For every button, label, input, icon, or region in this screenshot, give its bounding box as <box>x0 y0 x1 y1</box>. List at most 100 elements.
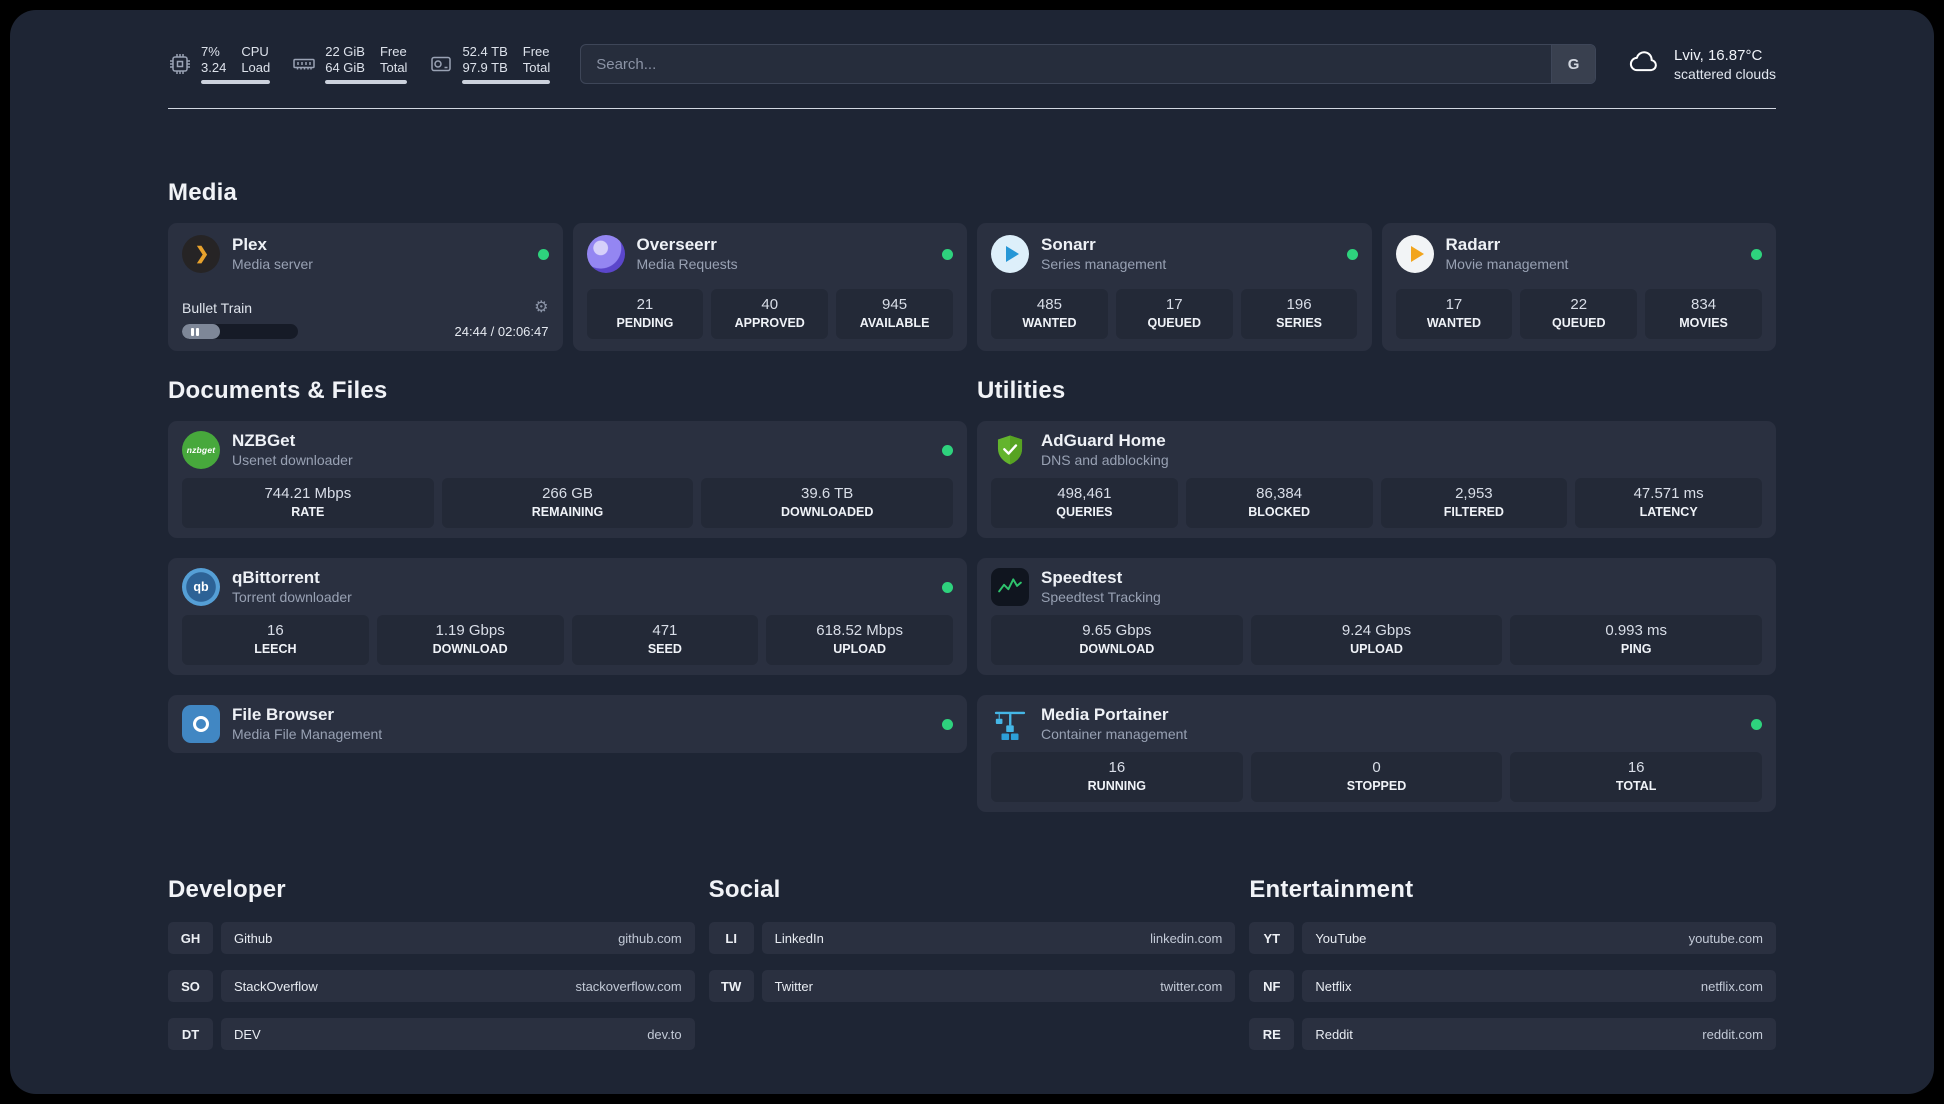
cloud-icon <box>1626 47 1662 82</box>
app-subtitle: Container management <box>1041 726 1188 742</box>
adguard-icon <box>991 431 1029 469</box>
stat-tile-stopped: 0 STOPPED <box>1250 752 1503 802</box>
cpu-load-label: Load <box>241 60 271 75</box>
section-title-social: Social <box>708 876 781 903</box>
stat-label: MOVIES <box>1679 316 1728 330</box>
app-name: NZBGet <box>232 431 296 450</box>
app-card-plex[interactable]: ❯ Plex Media server Bullet Train ⚙ 24:44… <box>168 223 563 351</box>
stat-label: LEECH <box>254 642 297 656</box>
app-name: File Browser <box>232 705 335 724</box>
stat-label: QUEUED <box>1147 316 1201 330</box>
stat-tile-available: 945 AVAILABLE <box>836 289 953 339</box>
stat-tile-queued: 22 QUEUED <box>1520 289 1638 339</box>
stat-tile-series: 196 SERIES <box>1240 289 1358 339</box>
stat-tile-blocked: 86,384 BLOCKED <box>1185 478 1373 528</box>
stat-tile-queued: 17 QUEUED <box>1115 289 1233 339</box>
portainer-icon <box>991 705 1029 743</box>
dashboard-panel: 7% 3.24 CPU Load 22 GiB 64 GiB Free Tota… <box>10 10 1934 1094</box>
app-card-adguard[interactable]: AdGuard Home DNS and adblocking 498,461 … <box>977 421 1776 538</box>
filebrowser-icon <box>182 705 220 743</box>
section-utilities: Utilities AdGuard Home DNS and adblockin… <box>977 377 1776 812</box>
stat-value: 17 <box>1445 296 1463 313</box>
disk-total-label: Total <box>522 60 551 75</box>
app-card-qbittorrent[interactable]: qb qBittorrent Torrent downloader 16 LEE… <box>168 558 967 675</box>
bookmark-github[interactable]: GH Github github.com <box>168 922 695 954</box>
app-card-radarr[interactable]: Radarr Movie management 17 WANTED 22 QUE… <box>1381 223 1776 351</box>
plex-icon: ❯ <box>182 235 220 273</box>
speedtest-icon <box>991 568 1029 606</box>
stat-label: DOWNLOAD <box>1079 642 1155 656</box>
pause-icon[interactable] <box>191 327 199 336</box>
ram-total-label: Total <box>379 60 408 75</box>
overseerr-icon <box>586 235 625 273</box>
stat-value: 0.993 ms <box>1605 622 1668 639</box>
app-subtitle: Media File Management <box>232 726 383 742</box>
app-card-nzbget[interactable]: nzbget NZBGet Usenet downloader 744.21 M… <box>168 421 967 538</box>
stat-tile-remaining: 266 GB REMAINING <box>441 478 694 528</box>
stat-label: BLOCKED <box>1248 505 1311 519</box>
playback-progress-bar[interactable] <box>182 324 298 339</box>
search-input[interactable] <box>581 45 1552 83</box>
app-card-sonarr[interactable]: Sonarr Series management 485 WANTED 17 Q… <box>977 223 1372 351</box>
section-documents: Documents & Files nzbget NZBGet Usenet d… <box>168 377 967 753</box>
topbar: 7% 3.24 CPU Load 22 GiB 64 GiB Free Tota… <box>168 44 1776 84</box>
bookmark-name: Twitter <box>774 978 813 994</box>
settings-gear-icon[interactable]: ⚙ <box>534 300 548 316</box>
bookmark-dev[interactable]: DT DEV dev.to <box>168 1018 695 1050</box>
disk-free-label: Free <box>522 44 550 59</box>
bookmark-abbr: SO <box>168 970 213 1002</box>
bookmark-abbr: DT <box>168 1018 213 1050</box>
cpu-usage-value: 7% <box>201 44 220 59</box>
bookmark-url: reddit.com <box>1702 1026 1763 1042</box>
bookmark-linkedin[interactable]: LI LinkedIn linkedin.com <box>708 922 1236 954</box>
bookmark-youtube[interactable]: YT YouTube youtube.com <box>1249 922 1776 954</box>
qbittorrent-icon-text: qb <box>193 580 209 594</box>
app-subtitle: Media server <box>232 256 313 272</box>
stat-value: 16 <box>1627 759 1645 776</box>
stat-value: 266 GB <box>542 485 593 502</box>
weather-description: scattered clouds <box>1674 65 1776 82</box>
bookmark-name: DEV <box>234 1026 261 1042</box>
stat-tile-download: 9.65 Gbps DOWNLOAD <box>991 615 1243 665</box>
stat-label: TOTAL <box>1615 779 1657 793</box>
app-card-speedtest[interactable]: Speedtest Speedtest Tracking 9.65 Gbps D… <box>977 558 1776 675</box>
app-card-overseerr[interactable]: Overseerr Media Requests 21 PENDING 40 A… <box>572 223 967 351</box>
app-subtitle: Usenet downloader <box>232 452 353 468</box>
app-name: Media Portainer <box>1041 705 1169 724</box>
weather-widget[interactable]: Lviv, 16.87°C scattered clouds <box>1626 47 1776 82</box>
stat-label: WANTED <box>1022 316 1077 330</box>
bookmark-twitter[interactable]: TW Twitter twitter.com <box>708 970 1236 1002</box>
bookmark-name: Github <box>234 930 273 946</box>
stat-tile-queries: 498,461 QUERIES <box>991 478 1178 528</box>
bookmark-url: netflix.com <box>1700 978 1763 994</box>
stat-value: 47.571 ms <box>1633 485 1704 502</box>
stat-label: STOPPED <box>1346 779 1407 793</box>
bookmark-abbr: RE <box>1249 1018 1295 1050</box>
status-dot-online <box>942 581 953 593</box>
bookmark-name: YouTube <box>1315 930 1367 946</box>
search-engine-button[interactable]: G <box>1551 45 1596 83</box>
stat-tile-seed: 471 SEED <box>571 615 759 665</box>
bookmark-reddit[interactable]: RE Reddit reddit.com <box>1249 1018 1776 1050</box>
stat-value: 86,384 <box>1256 485 1303 502</box>
stat-label: QUEUED <box>1552 316 1606 330</box>
app-subtitle: Movie management <box>1445 256 1569 272</box>
stat-value: 21 <box>636 296 654 313</box>
app-card-filebrowser[interactable]: File Browser Media File Management <box>168 695 967 753</box>
stat-value: 9.24 Gbps <box>1341 622 1412 639</box>
stat-tile-approved: 40 APPROVED <box>711 289 829 339</box>
ram-icon <box>292 52 316 76</box>
stat-tile-leech: 16 LEECH <box>182 615 369 665</box>
section-social: Social LI LinkedIn linkedin.com TW Twitt… <box>708 876 1236 1002</box>
stat-tile-pending: 21 PENDING <box>586 289 704 339</box>
stat-tile-upload: 618.52 Mbps UPLOAD <box>766 615 953 665</box>
bookmark-url: github.com <box>618 930 682 946</box>
bookmark-name: Netflix <box>1315 978 1352 994</box>
app-name: qBittorrent <box>232 568 320 587</box>
stat-tile-ping: 0.993 ms PING <box>1510 615 1763 665</box>
app-card-portainer[interactable]: Media Portainer Container management 16 … <box>977 695 1776 812</box>
bookmark-netflix[interactable]: NF Netflix netflix.com <box>1249 970 1776 1002</box>
app-subtitle: Media Requests <box>636 256 738 272</box>
bookmark-stackoverflow[interactable]: SO StackOverflow stackoverflow.com <box>168 970 695 1002</box>
qbittorrent-icon: qb <box>182 568 220 606</box>
